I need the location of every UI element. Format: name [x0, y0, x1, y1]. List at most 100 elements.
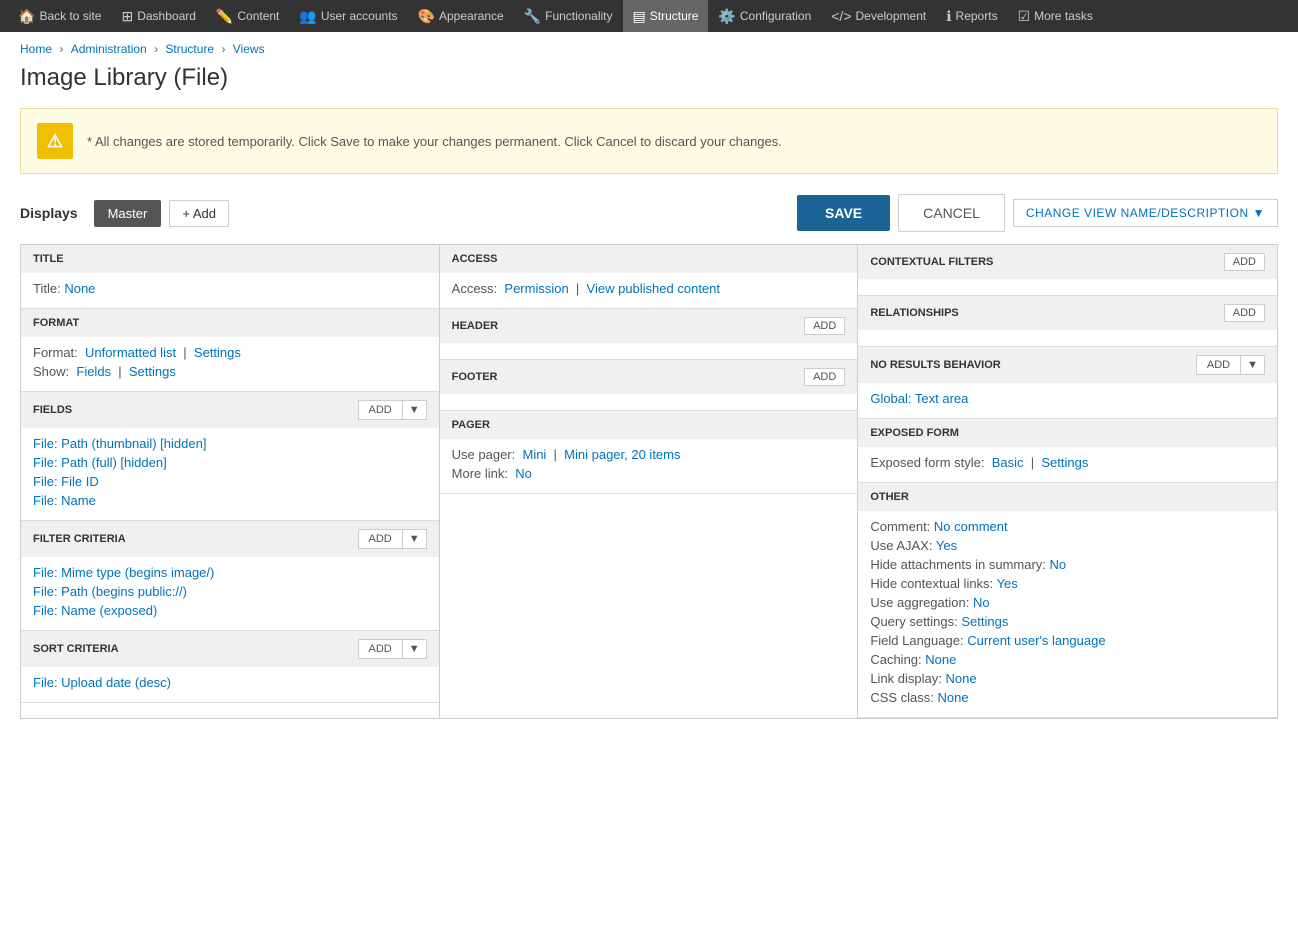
sort-item-0: File: Upload date (desc)	[33, 675, 427, 690]
save-button[interactable]: SAVE	[797, 195, 890, 231]
title-section: TITLE Title: None	[21, 245, 439, 309]
fields-add-arrow[interactable]: ▼	[402, 400, 427, 420]
other-row-9: CSS class: None	[870, 690, 1265, 705]
relationships-section: RELATIONSHIPS ADD	[858, 296, 1277, 347]
home-icon: 🏠	[18, 8, 35, 25]
nav-structure[interactable]: ▤ Structure	[623, 0, 709, 32]
title-value-link[interactable]: None	[64, 281, 95, 296]
warning-text: * All changes are stored temporarily. Cl…	[87, 134, 782, 149]
nav-content[interactable]: ✏️ Content	[206, 0, 289, 32]
fields-link[interactable]: Fields	[76, 364, 111, 379]
footer-add-button[interactable]: ADD	[804, 368, 845, 386]
appearance-icon: 🎨	[418, 8, 435, 25]
sort-section-header: SORT CRITERIA ADD ▼	[21, 631, 439, 667]
nav-user-accounts[interactable]: 👥 User accounts	[289, 0, 407, 32]
pager-row: Use pager: Mini | Mini pager, 20 items	[452, 447, 846, 462]
exposed-form-section: EXPOSED FORM Exposed form style: Basic |…	[858, 419, 1277, 483]
header-section-header: HEADER ADD	[440, 309, 858, 343]
nav-more-tasks[interactable]: ☑ More tasks	[1008, 0, 1103, 32]
page-title: Image Library (File)	[0, 60, 1298, 108]
contextual-filters-header: CONTEXTUAL FILTERS ADD	[858, 245, 1277, 279]
master-button[interactable]: Master	[94, 200, 162, 227]
nav-configuration[interactable]: ⚙️ Configuration	[708, 0, 821, 32]
no-results-header: NO RESULTS BEHAVIOR ADD ▼	[858, 347, 1277, 383]
field-item-1: File: Path (full) [hidden]	[33, 455, 427, 470]
other-row-8: Link display: None	[870, 671, 1265, 686]
functionality-icon: 🔧	[524, 8, 541, 25]
structure-icon: ▤	[633, 8, 646, 25]
nav-functionality[interactable]: 🔧 Functionality	[514, 0, 623, 32]
col-middle: ACCESS Access: Permission | View publish…	[440, 245, 859, 718]
show-row: Show: Fields | Settings	[33, 364, 427, 379]
exposed-form-style-row: Exposed form style: Basic | Settings	[870, 455, 1265, 470]
breadcrumb-structure[interactable]: Structure	[165, 42, 214, 56]
cancel-button[interactable]: CANCEL	[898, 194, 1005, 232]
change-view-button[interactable]: CHANGE VIEW NAME/DESCRIPTION ▼	[1013, 199, 1278, 227]
format-section: FORMAT Format: Unformatted list | Settin…	[21, 309, 439, 392]
footer-section: FOOTER ADD	[440, 360, 858, 411]
filter-item-0: File: Mime type (begins image/)	[33, 565, 427, 580]
more-link-value[interactable]: No	[515, 466, 532, 481]
field-item-0: File: Path (thumbnail) [hidden]	[33, 436, 427, 451]
filter-add-button[interactable]: ADD	[358, 529, 402, 549]
add-display-button[interactable]: + Add	[169, 200, 229, 227]
nav-reports[interactable]: ℹ Reports	[936, 0, 1007, 32]
exposed-form-header: EXPOSED FORM	[858, 419, 1277, 447]
nav-development[interactable]: </> Development	[821, 0, 936, 32]
global-text-area-link[interactable]: Global: Text area	[870, 391, 968, 406]
warning-banner: ⚠ * All changes are stored temporarily. …	[20, 108, 1278, 174]
permission-link[interactable]: Permission	[504, 281, 568, 296]
exposed-form-settings-link[interactable]: Settings	[1041, 455, 1088, 470]
show-settings-link[interactable]: Settings	[129, 364, 176, 379]
access-row: Access: Permission | View published cont…	[452, 281, 846, 296]
contextual-filters-add-button[interactable]: ADD	[1224, 253, 1265, 271]
breadcrumb-views[interactable]: Views	[233, 42, 265, 56]
relationships-add-button[interactable]: ADD	[1224, 304, 1265, 322]
breadcrumb-administration[interactable]: Administration	[71, 42, 147, 56]
basic-link[interactable]: Basic	[992, 455, 1024, 470]
content-icon: ✏️	[216, 8, 233, 25]
format-row: Format: Unformatted list | Settings	[33, 345, 427, 360]
filter-item-1: File: Path (begins public://)	[33, 584, 427, 599]
unformatted-list-link[interactable]: Unformatted list	[85, 345, 176, 360]
other-row-2: Hide attachments in summary: No	[870, 557, 1265, 572]
breadcrumb-home[interactable]: Home	[20, 42, 52, 56]
no-results-global-row: Global: Text area	[870, 391, 1265, 406]
nav-dashboard[interactable]: ⊞ Dashboard	[111, 0, 205, 32]
filter-add-arrow[interactable]: ▼	[402, 529, 427, 549]
more-link-row: More link: No	[452, 466, 846, 481]
footer-section-header: FOOTER ADD	[440, 360, 858, 394]
field-item-3: File: Name	[33, 493, 427, 508]
mini-pager-link[interactable]: Mini pager, 20 items	[564, 447, 680, 462]
no-results-add-arrow[interactable]: ▼	[1240, 355, 1265, 375]
sort-add-arrow[interactable]: ▼	[402, 639, 427, 659]
no-results-add-button[interactable]: ADD	[1196, 355, 1240, 375]
config-icon: ⚙️	[718, 8, 735, 25]
format-settings-link[interactable]: Settings	[194, 345, 241, 360]
other-section: OTHER Comment: No commentUse AJAX: YesHi…	[858, 483, 1277, 718]
displays-row: Displays Master + Add SAVE CANCEL CHANGE…	[20, 194, 1278, 232]
view-published-link[interactable]: View published content	[587, 281, 720, 296]
dev-icon: </>	[831, 8, 851, 24]
view-grid: TITLE Title: None FORMAT Format:	[20, 244, 1278, 719]
filter-item-2: File: Name (exposed)	[33, 603, 427, 618]
top-nav: 🏠 Back to site ⊞ Dashboard ✏️ Content 👥 …	[0, 0, 1298, 32]
sort-add-button[interactable]: ADD	[358, 639, 402, 659]
nav-appearance[interactable]: 🎨 Appearance	[408, 0, 514, 32]
pager-section-header: PAGER	[440, 411, 858, 439]
col-left: TITLE Title: None FORMAT Format:	[21, 245, 440, 718]
other-row-4: Use aggregation: No	[870, 595, 1265, 610]
nav-back-to-site[interactable]: 🏠 Back to site	[8, 0, 111, 32]
sort-criteria-section: SORT CRITERIA ADD ▼ File: Upload date (d…	[21, 631, 439, 703]
mini-link[interactable]: Mini	[522, 447, 546, 462]
filter-section-header: FILTER CRITERIA ADD ▼	[21, 521, 439, 557]
main-content: Displays Master + Add SAVE CANCEL CHANGE…	[0, 194, 1298, 719]
access-section: ACCESS Access: Permission | View publish…	[440, 245, 858, 309]
field-item-2: File: File ID	[33, 474, 427, 489]
no-results-section: NO RESULTS BEHAVIOR ADD ▼ Global: Text a…	[858, 347, 1277, 419]
other-header: OTHER	[858, 483, 1277, 511]
pager-section: PAGER Use pager: Mini | Mini pager, 20 i…	[440, 411, 858, 494]
fields-add-button[interactable]: ADD	[358, 400, 402, 420]
other-row-0: Comment: No comment	[870, 519, 1265, 534]
header-add-button[interactable]: ADD	[804, 317, 845, 335]
